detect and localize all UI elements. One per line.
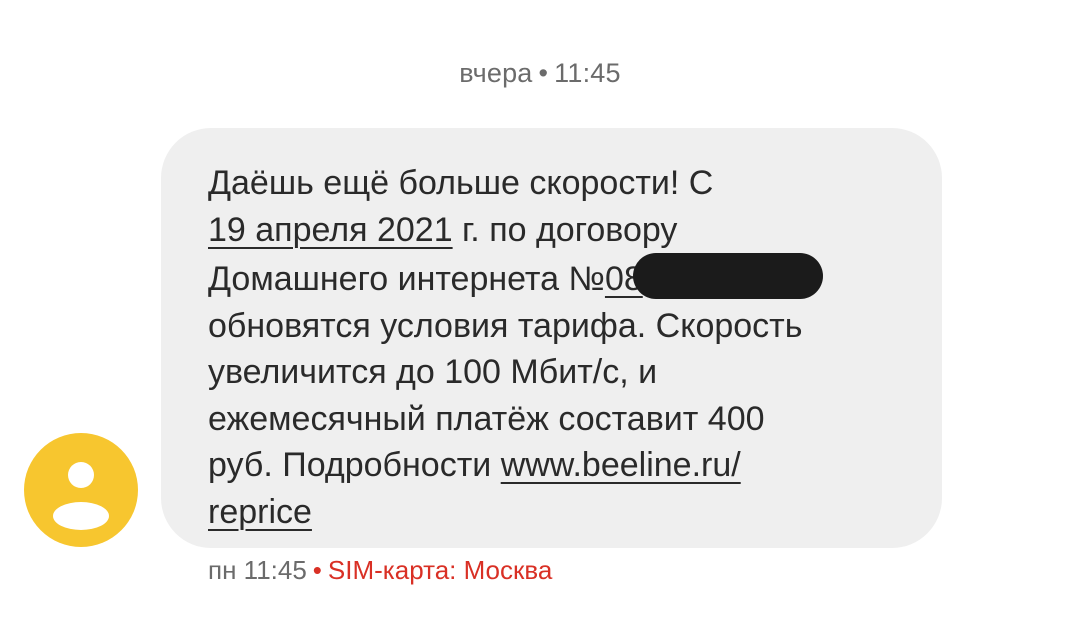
- url-link-part-2[interactable]: reprice: [208, 493, 312, 531]
- date-time: 11:45: [554, 58, 621, 88]
- url-link-part-1[interactable]: www.beeline.ru/: [501, 446, 741, 484]
- redaction-mark: [632, 253, 823, 299]
- date-day: вчера: [459, 58, 533, 88]
- message-bubble[interactable]: Даёшь ещё больше скорости! С 19 апреля 2…: [161, 128, 942, 548]
- sim-label: SIM-карта: Москва: [327, 555, 553, 585]
- message-line-7-text: руб. Подробности: [208, 446, 501, 484]
- message-line-1: Даёшь ещё больше скорости! С: [208, 164, 714, 202]
- meta-dot: •: [312, 555, 322, 585]
- message-meta: пн 11:45 • SIM-карта: Москва: [208, 555, 552, 586]
- message-line-2: 19 апреля 2021 г. по договору: [208, 207, 902, 254]
- message-line-7: руб. Подробности www.beeline.ru/: [208, 442, 902, 489]
- message-line-2-rest: г. по договору: [452, 210, 678, 249]
- message-line-8: reprice: [208, 489, 902, 536]
- message-line-3-text: Домашнего интернета №: [208, 260, 605, 298]
- message-line-3: Домашнего интернета №08: [208, 253, 902, 303]
- date-dot: •: [538, 58, 549, 88]
- message-line-6: ежемесячный платёж составит 400: [208, 399, 765, 438]
- message-text: Даёшь ещё больше скорости! С 19 апреля 2…: [208, 160, 902, 535]
- avatar-person-glyph: [53, 462, 109, 530]
- message-line-5: увеличится до 100 Мбит/с, и: [208, 353, 658, 391]
- person-icon[interactable]: [24, 433, 138, 547]
- message-line-4: обновятся условия тарифа. Скорость: [208, 306, 803, 345]
- message-time: пн 11:45: [208, 555, 307, 585]
- date-separator: вчера • 11:45: [0, 58, 1080, 89]
- conversation-screen: вчера • 11:45 Даёшь ещё больше скорости! С…: [0, 0, 1080, 625]
- date-link[interactable]: 19 апреля 2021: [208, 211, 453, 249]
